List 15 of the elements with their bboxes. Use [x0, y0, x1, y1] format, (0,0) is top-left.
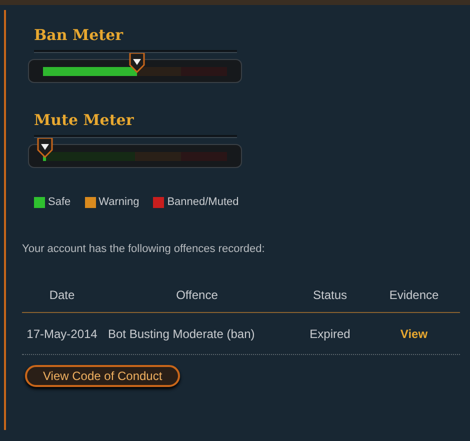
status-cell: Expired: [310, 326, 350, 340]
intro-text: Your account has the following offences recorded:: [22, 242, 266, 256]
offence-cell: Bot Busting Moderate (ban): [108, 326, 255, 340]
view-link[interactable]: View: [400, 326, 428, 340]
code-of-conduct-button[interactable]: View Code of Conduct: [25, 365, 180, 387]
legend-label: Warning: [98, 195, 140, 210]
meter-title: Mute Meter: [34, 110, 134, 131]
column-header: Date: [49, 288, 75, 302]
column-header: Offence: [176, 288, 218, 302]
column-header: Status: [312, 288, 348, 302]
meter-title: Ban Meter: [34, 25, 124, 46]
date-cell: 17-May-2014: [26, 326, 98, 340]
legend-label: Safe: [48, 195, 71, 210]
column-header: Evidence: [389, 288, 439, 302]
legend-label: Banned/Muted: [167, 195, 239, 210]
